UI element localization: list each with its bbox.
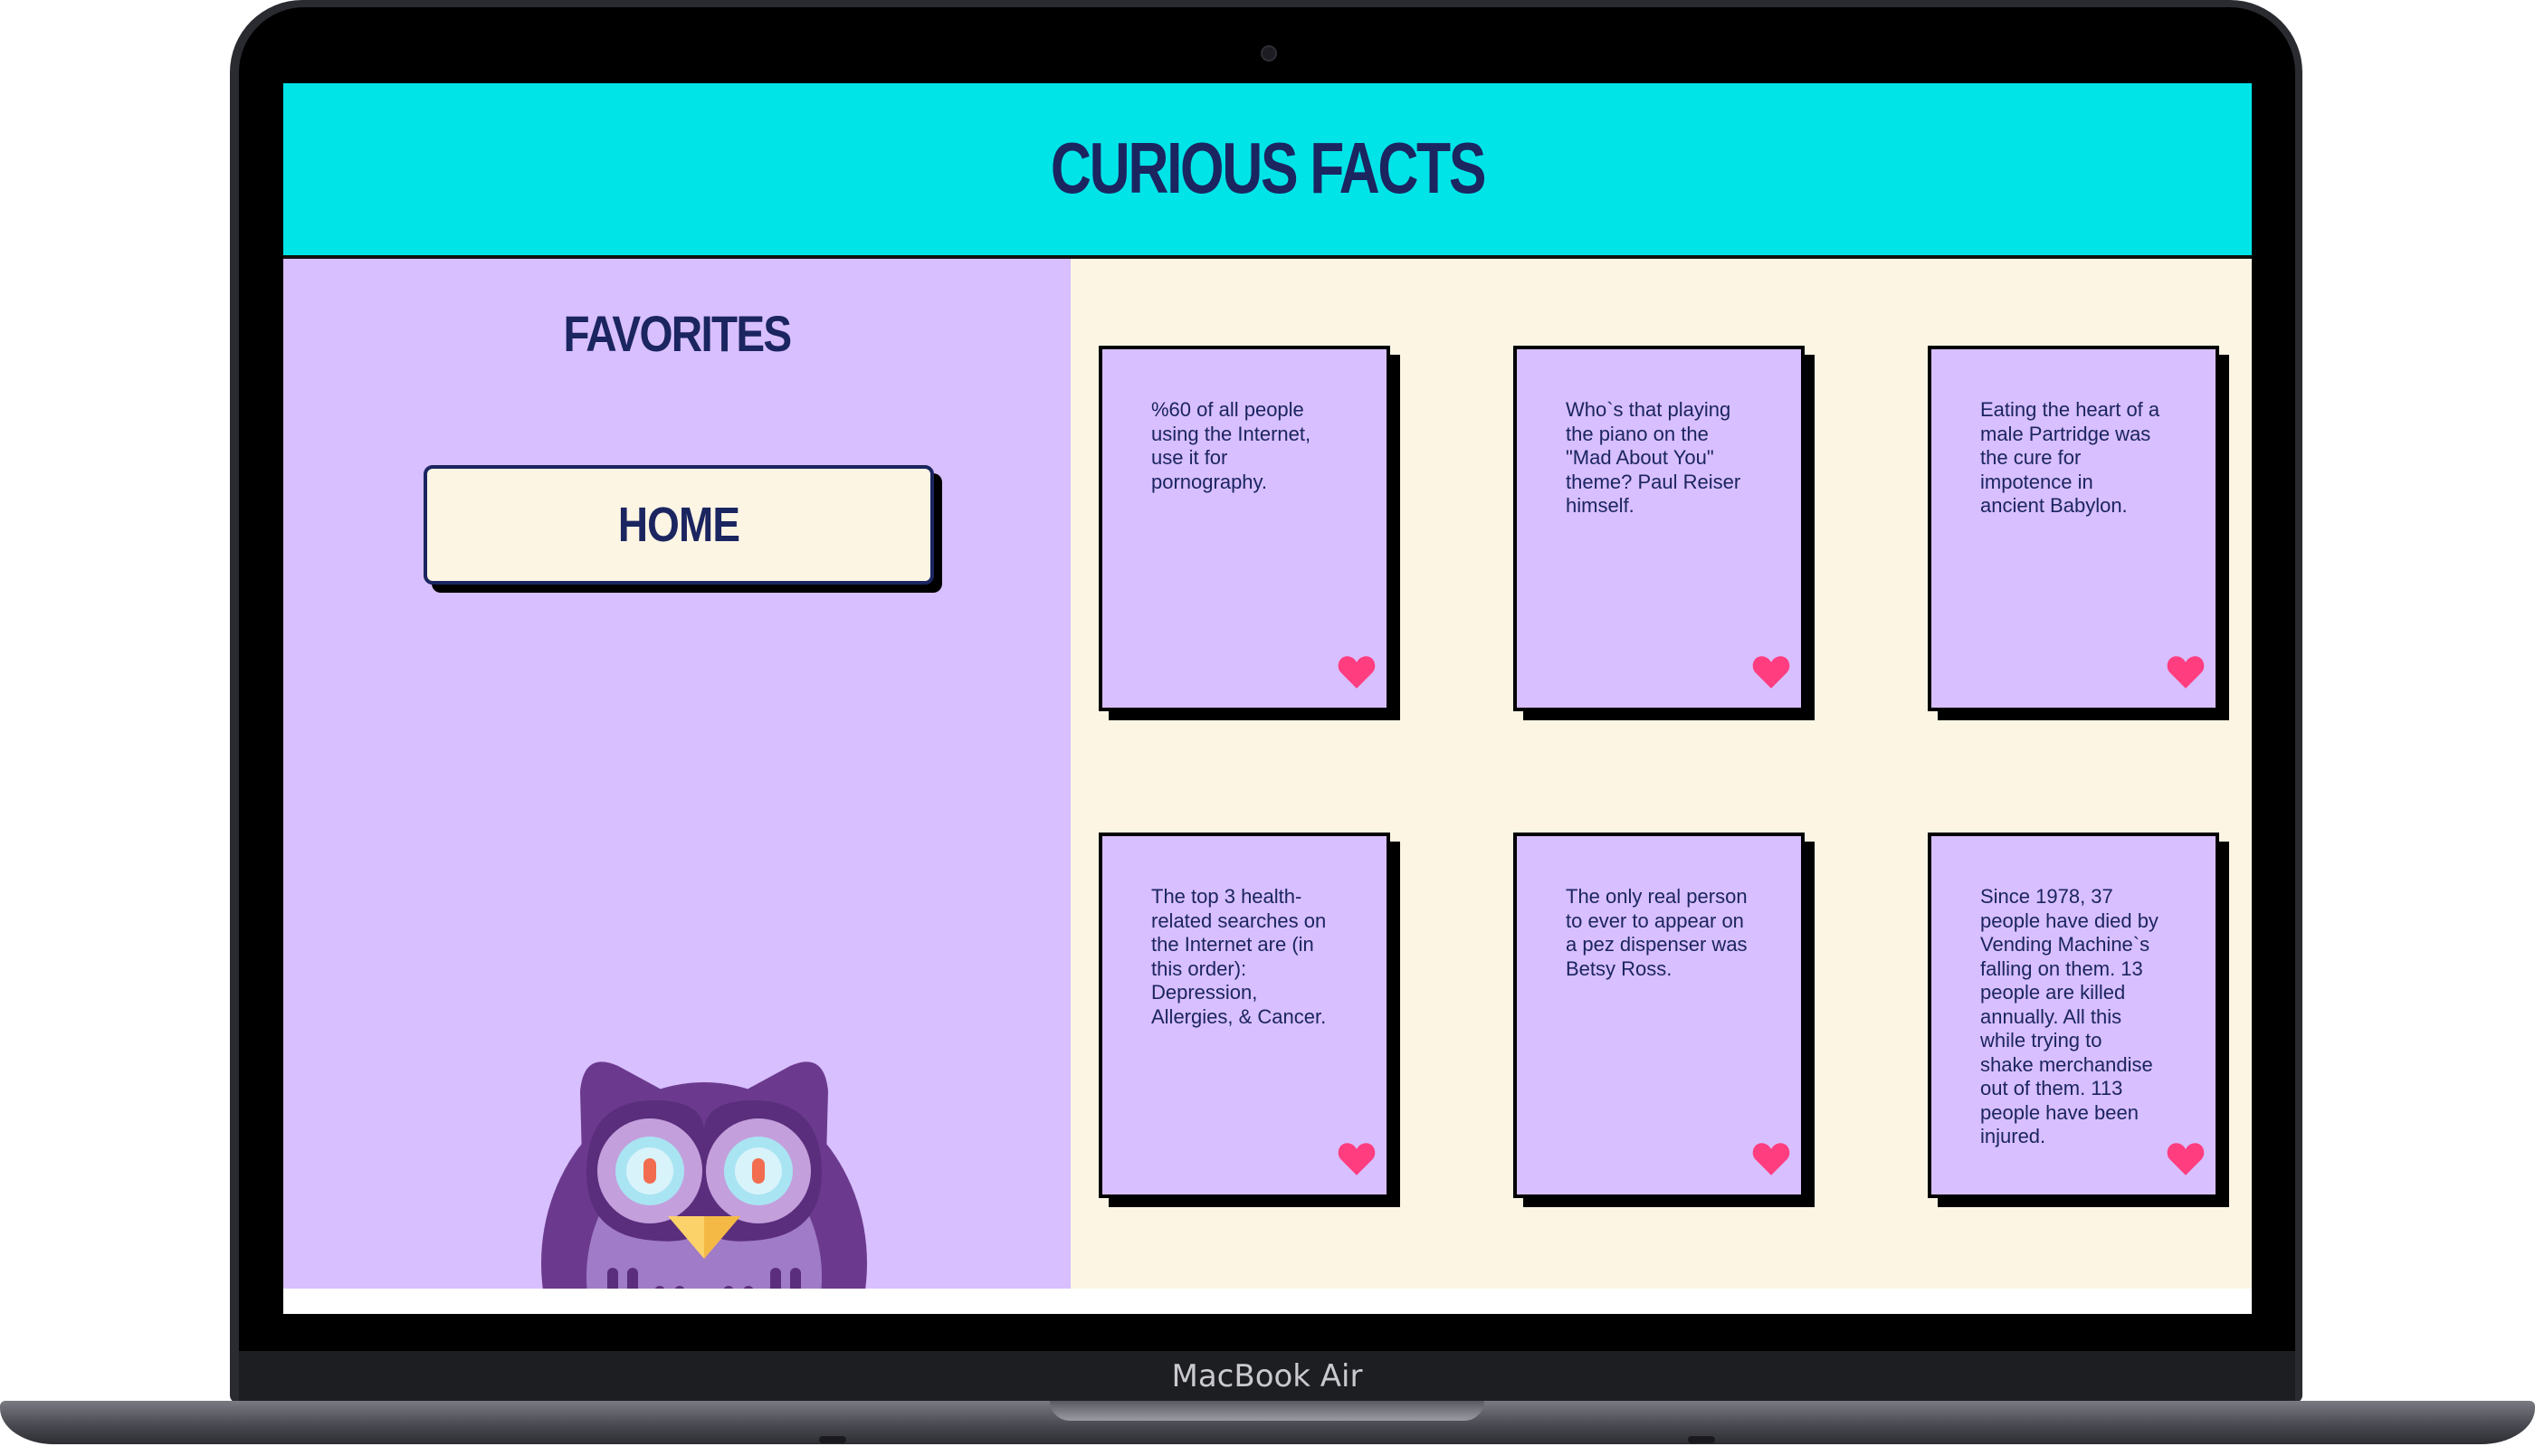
site-title: CURIOUS FACTS (1050, 128, 1487, 208)
fact-card: %60 of all people using the Internet, us… (1099, 346, 1390, 711)
fact-text: Who`s that playing the piano on the "Mad… (1566, 398, 1741, 517)
fact-card: The only real person to ever to appear o… (1513, 833, 1805, 1198)
fact-text: Eating the heart of a male Partridge was… (1980, 398, 2160, 517)
page-bottom-strip (283, 1289, 2252, 1314)
fact-card: Since 1978, 37 people have died by Vendi… (1928, 833, 2219, 1198)
fact-text: The top 3 health- related searches on th… (1151, 885, 1327, 1028)
fact-card: The top 3 health- related searches on th… (1099, 833, 1390, 1198)
heart-icon[interactable] (1338, 655, 1376, 690)
heart-icon[interactable] (2167, 655, 2205, 690)
heart-icon[interactable] (1338, 1142, 1376, 1176)
fact-card: Who`s that playing the piano on the "Mad… (1513, 346, 1805, 711)
laptop-foot (819, 1436, 846, 1443)
device-brand-label: MacBook Air (1171, 1358, 1363, 1394)
fact-cards-area: %60 of all people using the Internet, us… (1071, 259, 2252, 1289)
heart-icon[interactable] (1752, 1142, 1790, 1176)
home-button-label: HOME (617, 498, 740, 552)
home-button[interactable]: HOME (424, 465, 934, 585)
laptop-foot (1688, 1436, 1715, 1443)
fact-card: Eating the heart of a male Partridge was… (1928, 346, 2219, 711)
heart-icon[interactable] (1752, 655, 1790, 690)
site-header: CURIOUS FACTS (283, 83, 2252, 259)
camera-icon (1261, 45, 1277, 62)
sidebar: FAVORITES HOME (283, 259, 1071, 1289)
fact-text: The only real person to ever to appear o… (1566, 885, 1748, 980)
owl-illustration (541, 1061, 867, 1289)
laptop-hinge-notch (1050, 1401, 1484, 1421)
screen: CURIOUS FACTS FAVORITES HOME %60 of all … (283, 83, 2252, 1314)
fact-text: %60 of all people using the Internet, us… (1151, 398, 1311, 493)
heart-icon[interactable] (2167, 1142, 2205, 1176)
fact-text: Since 1978, 37 people have died by Vendi… (1980, 885, 2159, 1147)
favorites-title: FAVORITES (563, 305, 793, 362)
